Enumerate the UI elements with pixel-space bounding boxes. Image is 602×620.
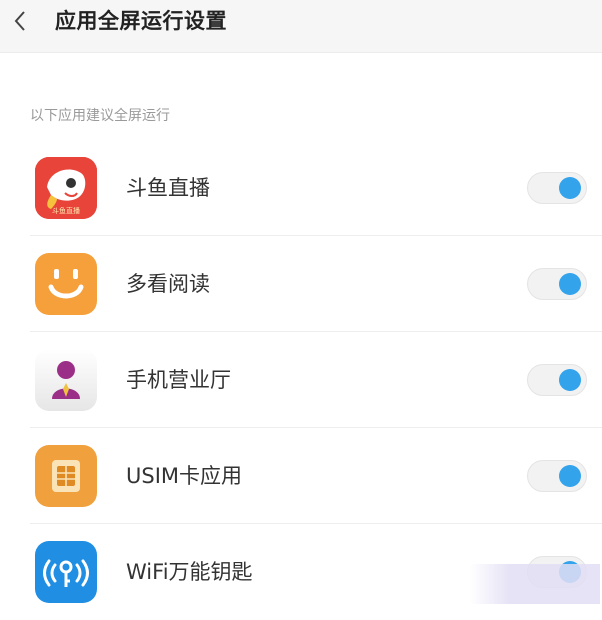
douyu-app-icon: 斗鱼直播 <box>35 157 97 219</box>
app-name-mobile-hall: 手机营业厅 <box>126 368 231 392</box>
toggle-knob <box>559 273 581 295</box>
app-name-douyu: 斗鱼直播 <box>126 176 210 200</box>
page-title: 应用全屏运行设置 <box>55 9 227 33</box>
mobile-hall-app-icon <box>35 349 97 411</box>
fullscreen-toggle-mobile-hall[interactable] <box>527 364 587 396</box>
chevron-left-icon <box>14 11 25 31</box>
fullscreen-toggle-duokan[interactable] <box>527 268 587 300</box>
section-label: 以下应用建议全屏运行 <box>30 108 170 124</box>
watermark-overlay <box>470 564 600 604</box>
duokan-app-icon <box>35 253 97 315</box>
title-bar: 应用全屏运行设置 <box>0 0 602 53</box>
app-row-douyu: 斗鱼直播 斗鱼直播 <box>0 140 602 236</box>
app-row-usim: USIM卡应用 <box>0 428 602 524</box>
toggle-knob <box>559 369 581 391</box>
fullscreen-toggle-douyu[interactable] <box>527 172 587 204</box>
toggle-knob <box>559 177 581 199</box>
app-row-mobile-hall: 手机营业厅 <box>0 332 602 428</box>
fullscreen-toggle-usim[interactable] <box>527 460 587 492</box>
app-name-wifi-key: WiFi万能钥匙 <box>126 560 253 584</box>
app-row-duokan: 多看阅读 <box>0 236 602 332</box>
wifi-key-app-icon <box>35 541 97 603</box>
app-name-usim: USIM卡应用 <box>126 464 243 488</box>
douyu-icon-label: 斗鱼直播 <box>52 207 80 215</box>
back-button[interactable] <box>6 6 34 36</box>
toggle-knob <box>559 465 581 487</box>
usim-app-icon <box>35 445 97 507</box>
app-name-duokan: 多看阅读 <box>126 272 210 296</box>
